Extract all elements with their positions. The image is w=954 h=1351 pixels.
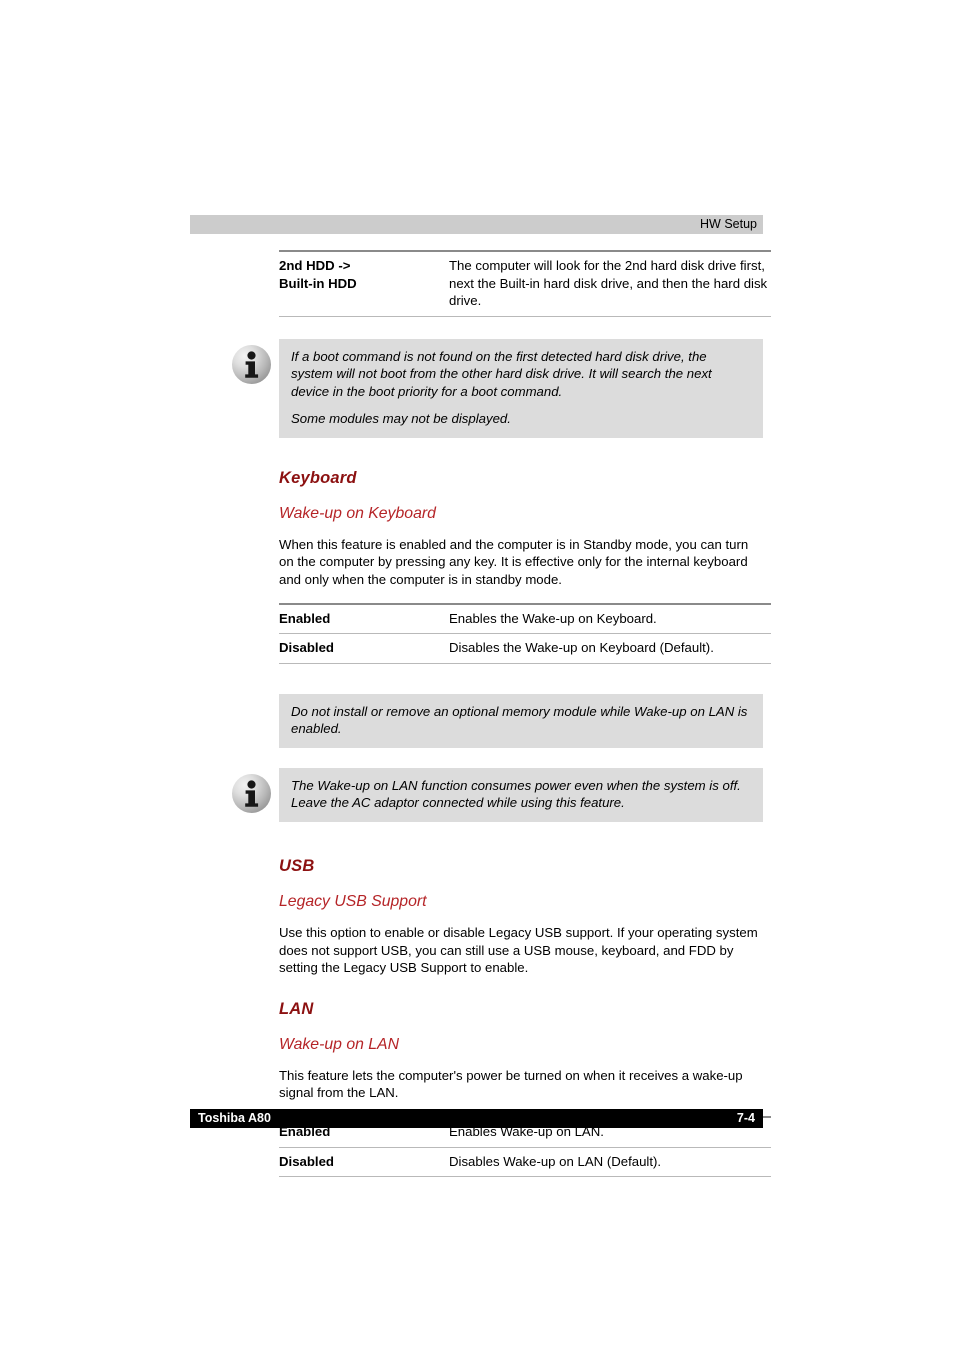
note-box-text: If a boot command is not found on the fi… — [279, 338, 763, 438]
note-box-text: The Wake-up on LAN function consumes pow… — [279, 767, 763, 823]
note-box-text: Do not install or remove an optional mem… — [279, 693, 763, 748]
section-heading-usb: USB — [279, 857, 315, 876]
boot-order-table: 2nd HDD -> Built-in HDD The computer wil… — [279, 250, 771, 317]
table-cell-term: Disabled — [279, 633, 449, 664]
body-text-wake-up-on-keyboard: When this feature is enabled and the com… — [279, 536, 749, 588]
subsection-heading-wake-up-on-keyboard: Wake-up on Keyboard — [279, 504, 436, 522]
section-heading-keyboard: Keyboard — [279, 468, 357, 487]
section-heading-lan: LAN — [279, 999, 314, 1018]
body-text-legacy-usb-support: Use this option to enable or disable Leg… — [279, 925, 758, 976]
table-cell-description: Disables the Wake-up on Keyboard (Defaul… — [449, 633, 771, 664]
term-line-1: 2nd HDD -> — [279, 258, 351, 273]
note-paragraph: Some modules may not be displayed. — [291, 411, 511, 427]
table-cell-description: The computer will look for the 2nd hard … — [449, 250, 771, 317]
note-box-memory-module: Do not install or remove an optional mem… — [279, 693, 763, 748]
table-cell-term: Disabled — [279, 1147, 449, 1177]
subsection-heading-legacy-usb-support: Legacy USB Support — [279, 893, 427, 911]
note-paragraph: Do not install or remove an optional mem… — [291, 703, 748, 737]
running-footer: Toshiba A80 7-4 — [190, 1109, 763, 1128]
info-icon — [232, 773, 271, 813]
body-text-wake-up-on-lan: This feature lets the computer's power b… — [279, 1067, 743, 1101]
table-cell-term: 2nd HDD -> Built-in HDD — [279, 250, 449, 317]
keyboard-options-table: Enabled Enables the Wake-up on Keyboard.… — [279, 602, 771, 664]
note-paragraph: The Wake-up on LAN function consumes pow… — [291, 777, 741, 811]
content-column: 2nd HDD -> Built-in HDD The computer wil… — [232, 250, 771, 1177]
table-row: Disabled Disables the Wake-up on Keyboar… — [279, 633, 771, 664]
note-box-boot-command: If a boot command is not found on the fi… — [232, 338, 763, 438]
table-row: Enabled Enables the Wake-up on Keyboard. — [279, 602, 771, 635]
footer-product-name: Toshiba A80 — [198, 1111, 271, 1125]
footer-page-number: 7-4 — [736, 1111, 755, 1125]
subsection-heading-wake-up-on-lan: Wake-up on LAN — [279, 1035, 400, 1053]
table-cell-description-text: The computer will look for the 2nd hard … — [449, 258, 768, 308]
running-header-title: HW Setup — [700, 217, 757, 231]
running-header: HW Setup — [190, 215, 763, 234]
table-row: 2nd HDD -> Built-in HDD The computer wil… — [279, 250, 771, 317]
info-icon — [232, 344, 271, 384]
table-cell-description: Enables the Wake-up on Keyboard. — [449, 602, 771, 635]
document-page: HW Setup 2nd HDD -> Built-in HDD The com… — [0, 0, 954, 1351]
table-row: Disabled Disables Wake-up on LAN (Defaul… — [279, 1147, 771, 1177]
table-cell-term: Enabled — [279, 602, 449, 635]
term-line-2: Built-in HDD — [279, 275, 357, 291]
note-paragraph: If a boot command is not found on the fi… — [291, 348, 712, 399]
table-cell-description: Disables Wake-up on LAN (Default). — [449, 1147, 771, 1177]
note-box-wakeup-lan-power: The Wake-up on LAN function consumes pow… — [232, 767, 763, 823]
